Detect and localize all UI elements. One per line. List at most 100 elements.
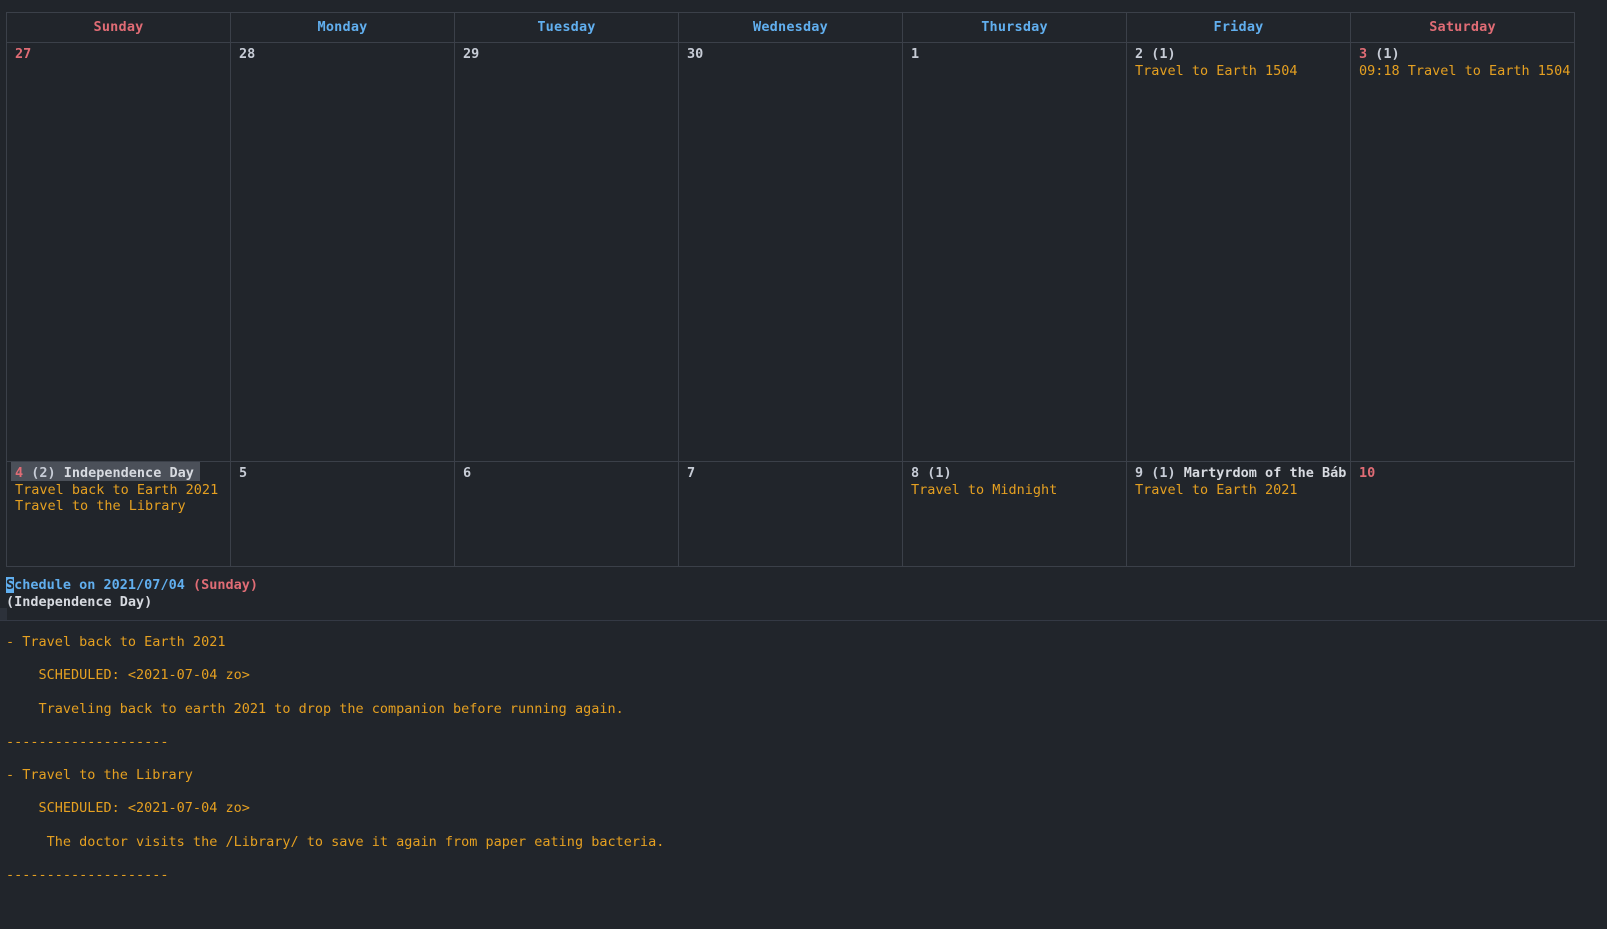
day-cell-content: 9 (1) Martyrdom of the Báb Travel to Eart… bbox=[1127, 462, 1350, 566]
day-number: 6 bbox=[463, 465, 472, 481]
day-number: 29 bbox=[463, 46, 480, 62]
schedule-entry-divider: -------------------- bbox=[6, 867, 169, 884]
day-header-friday: Friday bbox=[1126, 12, 1351, 43]
day-number: 1 bbox=[911, 46, 920, 62]
calendar-grid[interactable]: Sunday Monday Tuesday Wednesday Thursday… bbox=[6, 12, 1575, 567]
day-event-count: (1) bbox=[1367, 46, 1400, 62]
day-title[interactable]: 29 bbox=[463, 43, 479, 62]
schedule-entry-divider: -------------------- bbox=[6, 733, 169, 750]
day-title[interactable]: 5 bbox=[239, 462, 247, 481]
day-event-count: (1) bbox=[919, 465, 952, 481]
day-event-list: Travel to Midnight bbox=[903, 482, 1126, 498]
schedule-entry-heading[interactable]: - Travel back to Earth 2021 bbox=[0, 626, 1607, 659]
day-event-item[interactable]: Travel to the Library bbox=[15, 498, 230, 514]
schedule-title: Schedule on 2021/07/04 (Sunday) bbox=[0, 577, 1607, 594]
day-title[interactable]: 2 (1) bbox=[1135, 43, 1176, 62]
day-event-list: Travel back to Earth 2021 Travel to the L… bbox=[7, 482, 230, 514]
calendar-day-cell[interactable]: 7 bbox=[678, 461, 903, 567]
day-of-week-header-row: Sunday Monday Tuesday Wednesday Thursday… bbox=[6, 12, 1575, 43]
day-cell-content: 2 (1) Travel to Earth 1504 bbox=[1127, 43, 1350, 461]
calendar-day-cell[interactable]: 3 (1) 09:18 Travel to Earth 1504 bbox=[1350, 42, 1575, 462]
schedule-entry-scheduled: SCHEDULED: <2021-07-04 zo> bbox=[6, 800, 250, 817]
day-cell-content: 8 (1) Travel to Midnight bbox=[903, 462, 1126, 566]
schedule-entry-heading[interactable]: - Travel to the Library bbox=[0, 759, 1607, 792]
calendar-day-cell[interactable]: 9 (1) Martyrdom of the Báb Travel to Eart… bbox=[1126, 461, 1351, 567]
calendar-day-cell[interactable]: 2 (1) Travel to Earth 1504 bbox=[1126, 42, 1351, 462]
schedule-entry-scheduled: SCHEDULED: <2021-07-04 zo> bbox=[6, 667, 250, 684]
day-number: 7 bbox=[687, 465, 696, 481]
day-event-item[interactable]: Travel to Earth 2021 bbox=[1135, 482, 1350, 498]
calendar-day-cell[interactable]: 10 bbox=[1350, 461, 1575, 567]
day-event-list: Travel to Earth 2021 bbox=[1127, 482, 1350, 498]
day-header-monday: Monday bbox=[230, 12, 455, 43]
day-cell-content: 27 bbox=[7, 43, 230, 461]
day-header-wednesday: Wednesday bbox=[678, 12, 903, 43]
day-number: 8 bbox=[911, 465, 920, 481]
day-number: 4 bbox=[15, 465, 24, 481]
calendar-day-cell[interactable]: 8 (1) Travel to Midnight bbox=[902, 461, 1127, 567]
day-cell-content: 6 bbox=[455, 462, 678, 566]
day-header-saturday: Saturday bbox=[1350, 12, 1575, 43]
day-number: 30 bbox=[687, 46, 704, 62]
day-title[interactable]: 3 (1) bbox=[1359, 43, 1400, 62]
day-title[interactable]: 8 (1) bbox=[911, 462, 952, 481]
day-cell-content: 1 bbox=[903, 43, 1126, 461]
emacs-frame: Sunday Monday Tuesday Wednesday Thursday… bbox=[0, 0, 1607, 929]
calendar-day-cell[interactable]: 6 bbox=[454, 461, 679, 567]
schedule-title-text: chedule on 2021/07/04 bbox=[14, 577, 193, 593]
schedule-separator-rule bbox=[0, 620, 1607, 621]
schedule-pane[interactable]: Schedule on 2021/07/04 (Sunday) (Indepen… bbox=[0, 577, 1607, 610]
calendar-day-cell[interactable]: 5 bbox=[230, 461, 455, 567]
schedule-entries[interactable]: - Travel back to Earth 2021 SCHEDULED: <… bbox=[0, 626, 1607, 892]
calendar-day-cell[interactable]: 28 bbox=[230, 42, 455, 462]
day-number: 27 bbox=[15, 46, 32, 62]
day-cell-content: 3 (1) 09:18 Travel to Earth 1504 bbox=[1351, 43, 1574, 461]
day-event-item[interactable]: Travel to Earth 1504 bbox=[1135, 63, 1350, 79]
day-cell-content: 5 bbox=[231, 462, 454, 566]
schedule-entry-note: Traveling back to earth 2021 to drop the… bbox=[6, 700, 624, 717]
day-event-item[interactable]: Travel back to Earth 2021 bbox=[15, 482, 230, 498]
day-cell-content: 28 bbox=[231, 43, 454, 461]
day-number: 5 bbox=[239, 465, 248, 481]
calendar-day-cell[interactable]: 1 bbox=[902, 42, 1127, 462]
day-header-tuesday: Tuesday bbox=[454, 12, 679, 43]
day-title[interactable]: 28 bbox=[239, 43, 255, 62]
day-cell-content: 7 bbox=[679, 462, 902, 566]
day-event-list: Travel to Earth 1504 bbox=[1127, 63, 1350, 79]
day-title[interactable]: 10 bbox=[1359, 462, 1375, 481]
day-title[interactable]: 6 bbox=[463, 462, 471, 481]
day-header-thursday: Thursday bbox=[902, 12, 1127, 43]
day-holiday-label: Independence Day bbox=[55, 465, 194, 481]
schedule-title-dayofweek: (Sunday) bbox=[192, 577, 258, 593]
day-number: 9 bbox=[1135, 465, 1144, 481]
calendar-day-cell[interactable]: 30 bbox=[678, 42, 903, 462]
day-number: 2 bbox=[1135, 46, 1144, 62]
day-number: 3 bbox=[1359, 46, 1368, 62]
calendar-week-row: 4 (2) Independence Day Travel back to Ear… bbox=[6, 461, 1575, 567]
day-title[interactable]: 30 bbox=[687, 43, 703, 62]
day-header-sunday: Sunday bbox=[6, 12, 231, 43]
day-title[interactable]: 7 bbox=[687, 462, 695, 481]
day-title[interactable]: 1 bbox=[911, 43, 919, 62]
schedule-entry-note: The doctor visits the /Library/ to save … bbox=[6, 833, 665, 850]
day-event-list: 09:18 Travel to Earth 1504 bbox=[1351, 63, 1574, 79]
text-cursor: S bbox=[6, 577, 15, 593]
day-title[interactable]: 9 (1) Martyrdom of the Báb bbox=[1135, 462, 1346, 481]
day-holiday-label: Martyrdom of the Báb bbox=[1175, 465, 1347, 481]
calendar-day-cell[interactable]: 4 (2) Independence Day Travel back to Ear… bbox=[6, 461, 231, 567]
schedule-holiday-line: (Independence Day) bbox=[6, 593, 153, 610]
day-cell-content: 30 bbox=[679, 43, 902, 461]
day-cell-content: 4 (2) Independence Day Travel back to Ear… bbox=[7, 462, 230, 566]
day-title[interactable]: 4 (2) Independence Day bbox=[11, 462, 200, 481]
calendar-table: Sunday Monday Tuesday Wednesday Thursday… bbox=[6, 12, 1575, 567]
day-event-item[interactable]: 09:18 Travel to Earth 1504 bbox=[1359, 63, 1574, 79]
day-title[interactable]: 27 bbox=[15, 43, 31, 62]
day-event-count: (1) bbox=[1143, 46, 1176, 62]
day-cell-content: 29 bbox=[455, 43, 678, 461]
calendar-body: 27 28 29 30 1 2 (1) Travel to Earth 1504 3 (1) 0… bbox=[6, 42, 1575, 567]
calendar-week-row: 27 28 29 30 1 2 (1) Travel to Earth 1504 3 (1) 0… bbox=[6, 42, 1575, 462]
day-event-item[interactable]: Travel to Midnight bbox=[911, 482, 1126, 498]
calendar-day-cell[interactable]: 27 bbox=[6, 42, 231, 462]
calendar-day-cell[interactable]: 29 bbox=[454, 42, 679, 462]
day-event-count: (1) bbox=[1143, 465, 1176, 481]
